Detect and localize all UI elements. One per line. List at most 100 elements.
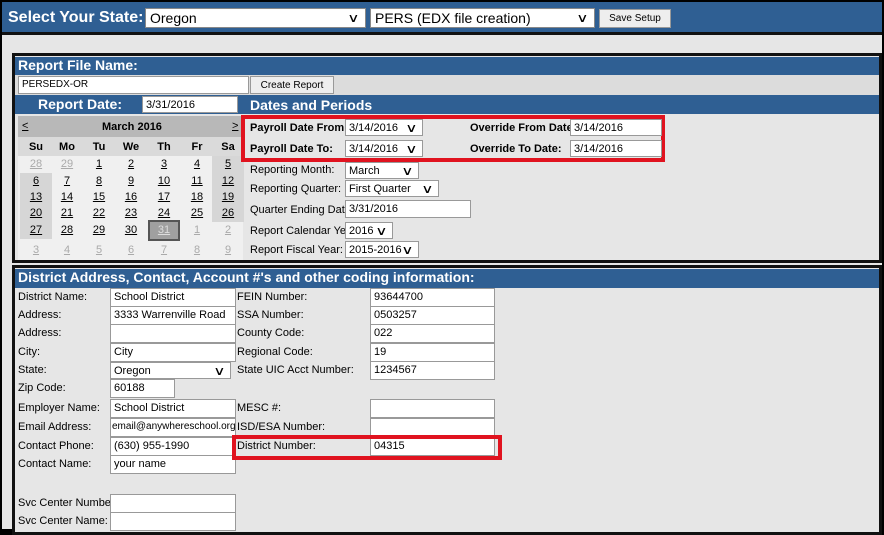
calendar-day[interactable]: 3	[20, 242, 52, 259]
day-name: Sa	[221, 141, 235, 153]
report-type-select[interactable]: PERS (EDX file creation) ∨	[370, 8, 595, 28]
day-name: Mo	[59, 141, 75, 153]
day-name: Tu	[92, 141, 106, 153]
calendar-day[interactable]: 7	[148, 242, 180, 259]
field-input[interactable]: School District	[110, 399, 236, 418]
day-name: We	[122, 141, 140, 153]
calendar-day[interactable]: 9	[115, 173, 147, 190]
fiscal-year-label: Report Fiscal Year:	[250, 244, 343, 256]
calendar-month: March 2016	[102, 121, 162, 133]
fiscal-year-select[interactable]: 2015-2016 ∨	[345, 241, 419, 258]
field-label: Address:	[18, 309, 62, 321]
calendar-day[interactable]: 5	[212, 156, 244, 173]
field-label: Zip Code:	[18, 382, 66, 394]
calendar-day[interactable]: 29	[83, 222, 115, 239]
reporting-quarter-select[interactable]: First Quarter ∨	[345, 180, 439, 197]
save-setup-button[interactable]: Save Setup	[599, 9, 671, 28]
field-input[interactable]: School District	[110, 288, 236, 307]
field-label: Employer Name:	[18, 402, 100, 414]
calendar-day[interactable]: 6	[115, 242, 147, 259]
calendar-year-select[interactable]: 2016 ∨	[345, 222, 393, 239]
calendar-day[interactable]: 2	[115, 156, 147, 173]
calendar-day[interactable]: 4	[181, 156, 213, 173]
override-from-input[interactable]: 3/14/2016	[570, 119, 662, 136]
field-input[interactable]: 19	[370, 343, 495, 362]
payroll-from-select[interactable]: 3/14/2016 ∨	[345, 119, 423, 136]
state-select[interactable]: Oregon ∨	[110, 362, 231, 379]
prev-month-link[interactable]: <	[22, 120, 28, 132]
calendar-day[interactable]: 30	[115, 222, 147, 239]
calendar-day[interactable]: 1	[181, 222, 213, 239]
reporting-month-select[interactable]: March ∨	[345, 162, 419, 179]
field-input[interactable]: your name	[110, 455, 236, 474]
calendar-day[interactable]: 29	[51, 156, 83, 173]
field-label: District Name:	[18, 291, 88, 303]
calendar-day[interactable]: 16	[115, 189, 147, 206]
calendar-day[interactable]: 18	[181, 189, 213, 206]
field-input[interactable]	[110, 512, 236, 531]
fiscal-year-value: 2015-2016	[349, 243, 402, 256]
chevron-down-icon: ∨	[347, 11, 360, 25]
field-input[interactable]: 93644700	[370, 288, 495, 307]
calendar-day[interactable]: 25	[181, 205, 213, 222]
field-label: Svc Center Number:	[18, 497, 118, 509]
calendar-day[interactable]: 21	[51, 205, 83, 222]
calendar-day[interactable]: 28	[51, 222, 83, 239]
calendar-day[interactable]: 26	[212, 205, 244, 222]
field-input[interactable]: (630) 955-1990	[110, 437, 236, 456]
district-number-highlight	[232, 435, 502, 460]
field-input[interactable]	[110, 494, 236, 513]
calendar-day[interactable]: 17	[148, 189, 180, 206]
calendar-day[interactable]: 6	[20, 173, 52, 190]
calendar-day[interactable]: 5	[83, 242, 115, 259]
create-report-button[interactable]: Create Report	[250, 76, 334, 94]
field-input[interactable]: 3333 Warrenville Road	[110, 306, 236, 325]
reporting-month-label: Reporting Month:	[250, 164, 335, 176]
calendar-day[interactable]: 10	[148, 173, 180, 190]
calendar-day[interactable]: 27	[20, 222, 52, 239]
calendar-day[interactable]: 3	[148, 156, 180, 173]
reporting-quarter-value: First Quarter	[349, 182, 411, 195]
calendar-day[interactable]: 15	[83, 189, 115, 206]
calendar-day[interactable]: 7	[51, 173, 83, 190]
field-input[interactable]: 60188	[110, 379, 175, 398]
field-input[interactable]: 1234567	[370, 361, 495, 380]
override-to-input[interactable]: 3/14/2016	[570, 140, 662, 157]
field-input[interactable]: City	[110, 343, 236, 362]
calendar-day[interactable]: 11	[181, 173, 213, 190]
field-input[interactable]: email@anywhereschool.org	[110, 418, 236, 437]
calendar-day[interactable]: 14	[51, 189, 83, 206]
calendar-day-selected[interactable]: 31	[148, 220, 180, 241]
calendar-day[interactable]: 1	[83, 156, 115, 173]
report-date-input[interactable]: 3/31/2016	[142, 96, 238, 113]
field-input[interactable]	[110, 324, 236, 343]
calendar-day[interactable]: 12	[212, 173, 244, 190]
file-name-input[interactable]: PERSEDX-OR	[18, 76, 249, 94]
reporting-quarter-label: Reporting Quarter:	[250, 183, 342, 195]
field-input[interactable]	[370, 399, 495, 418]
state-select[interactable]: Oregon ∨	[145, 8, 366, 28]
field-label: Contact Name:	[18, 458, 92, 470]
calendar-day[interactable]: 9	[212, 242, 244, 259]
calendar-day[interactable]: 8	[83, 173, 115, 190]
state-label: Select Your State:	[8, 9, 144, 26]
payroll-to-select[interactable]: 3/14/2016 ∨	[345, 140, 423, 157]
calendar-day[interactable]: 23	[115, 205, 147, 222]
calendar-day[interactable]: 28	[20, 156, 52, 173]
dates-and-periods-heading: Dates and Periods	[250, 97, 373, 113]
field-input[interactable]: 022	[370, 324, 495, 343]
calendar-day[interactable]: 2	[212, 222, 244, 239]
chevron-down-icon: ∨	[401, 163, 414, 178]
calendar-day[interactable]: 22	[83, 205, 115, 222]
chevron-down-icon: ∨	[213, 363, 226, 378]
field-label: State:	[18, 364, 47, 376]
next-month-link[interactable]: >	[232, 120, 238, 132]
calendar-day[interactable]: 20	[20, 205, 52, 222]
calendar-day[interactable]: 13	[20, 189, 52, 206]
calendar-day[interactable]: 8	[181, 242, 213, 259]
calendar-day[interactable]: 4	[51, 242, 83, 259]
quarter-ending-input[interactable]: 3/31/2016	[345, 200, 471, 218]
calendar-day[interactable]: 19	[212, 189, 244, 206]
field-input[interactable]: 0503257	[370, 306, 495, 325]
field-label: Email Address:	[18, 421, 92, 433]
